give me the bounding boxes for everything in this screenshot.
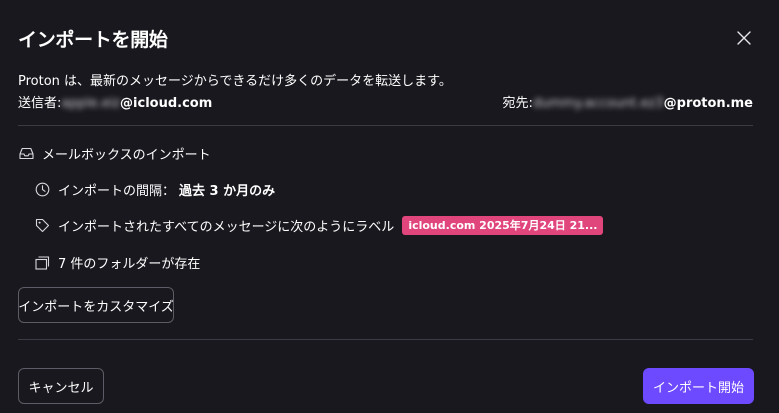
close-button[interactable] bbox=[733, 27, 755, 49]
tag-icon bbox=[34, 218, 50, 234]
to-domain: @proton.me bbox=[663, 96, 753, 111]
mailbox-import-label: メールボックスのインポート bbox=[42, 148, 211, 163]
folders-text: 7 件のフォルダーが存在 bbox=[58, 257, 201, 272]
customize-import-button[interactable]: インポートをカスタマイズ bbox=[18, 287, 174, 323]
inbox-icon bbox=[18, 146, 34, 162]
label-row: インポートされたすべてのメッセージに次のようにラベル icloud.com 20… bbox=[34, 216, 604, 235]
divider-bottom bbox=[18, 339, 753, 340]
from-domain: @icloud.com bbox=[120, 96, 213, 111]
from-label: 送信者: bbox=[18, 96, 62, 111]
folders-icon bbox=[34, 255, 50, 271]
mailbox-import-row: メールボックスのインポート bbox=[18, 144, 211, 163]
folders-row: 7 件のフォルダーが存在 bbox=[34, 253, 200, 272]
label-text: インポートされたすべてのメッセージに次のようにラベル bbox=[58, 220, 395, 235]
divider-top bbox=[18, 125, 753, 126]
cancel-button[interactable]: キャンセル bbox=[18, 368, 104, 404]
to-label: 宛先: bbox=[502, 96, 533, 111]
to-user-blurred: dummy.account.ez3 bbox=[532, 96, 664, 111]
close-icon bbox=[737, 31, 751, 45]
dialog-title: インポートを開始 bbox=[18, 29, 168, 51]
import-dialog: インポートを開始 Proton は、最新のメッセージからできるだけ多くのデータを… bbox=[0, 0, 779, 413]
to-address: 宛先:dummy.account.ez3@proton.me bbox=[502, 92, 753, 111]
from-user-blurred: apple.eiz bbox=[61, 96, 121, 111]
start-import-button[interactable]: インポート開始 bbox=[643, 368, 754, 404]
interval-label: インポートの間隔： bbox=[58, 184, 176, 199]
interval-value: 過去 3 か月のみ bbox=[179, 184, 276, 199]
intro-text: Proton は、最新のメッセージからできるだけ多くのデータを転送します。 bbox=[18, 74, 452, 89]
interval-row: インポートの間隔： 過去 3 か月のみ bbox=[34, 180, 275, 199]
clock-icon bbox=[34, 182, 50, 198]
label-tag-badge: icloud.com 2025年7月24日 21... bbox=[402, 216, 604, 235]
from-address: 送信者:apple.eiz@icloud.com bbox=[18, 92, 212, 111]
